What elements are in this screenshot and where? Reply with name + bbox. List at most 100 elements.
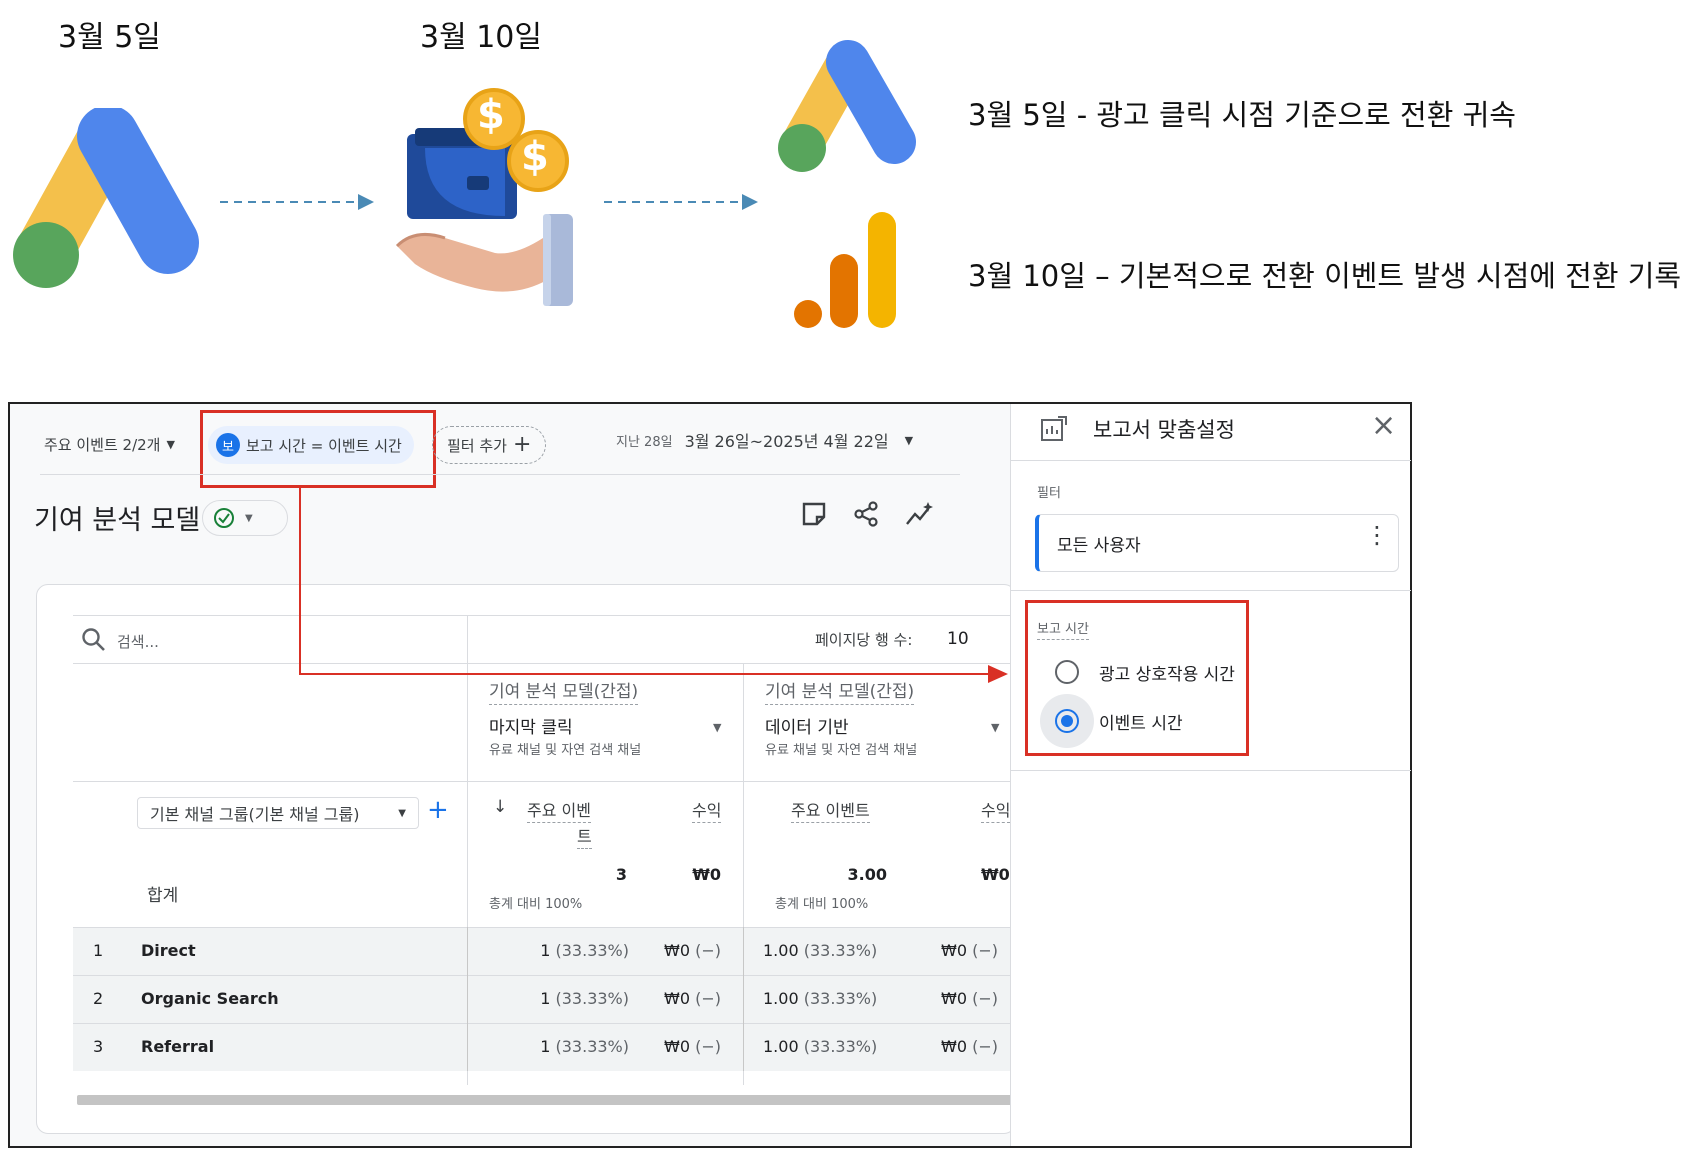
dimension-label: 기본 채널 그룹(기본 채널 그룹) — [150, 805, 360, 824]
filter-value: 모든 사용자 — [1057, 536, 1141, 556]
date-range-preset: 지난 28일 — [616, 434, 673, 450]
percent: (33.33%) — [555, 989, 630, 1008]
coin-icon: $ — [477, 92, 505, 138]
metric-revenue-1[interactable]: 수익 — [692, 801, 722, 823]
filter-card[interactable]: 모든 사용자 ⋮ — [1035, 514, 1399, 572]
value: 1 — [540, 1037, 551, 1056]
more-vert-icon[interactable]: ⋮ — [1365, 523, 1389, 547]
percent: (33.33%) — [803, 941, 878, 960]
date-label-2: 3월 10일 — [420, 20, 542, 55]
row-m2-key-events: 1.00 (33.33%) — [763, 1037, 877, 1056]
row-m1-key-events: 1 (33.33%) — [467, 941, 629, 960]
filter-section-label: 필터 — [1037, 486, 1061, 501]
metric-key-events-1-wrap: 트 — [577, 827, 592, 849]
sort-arrow-icon[interactable]: ↓ — [493, 797, 507, 817]
highlight-connector-arrow — [299, 488, 1008, 683]
key-events-label: 주요 이벤트 2/2개 — [44, 436, 161, 454]
percent: (−) — [695, 1037, 721, 1056]
value: ₩0 — [664, 989, 691, 1008]
arrow-1 — [220, 194, 374, 210]
row-m2-key-events: 1.00 (33.33%) — [763, 941, 877, 960]
model-1-dropdown-icon[interactable]: ▼ — [713, 721, 721, 734]
note-2: 3월 10일 – 기본적으로 전환 이벤트 발생 시점에 전환 기록 — [968, 259, 1682, 293]
value: ₩0 — [664, 1037, 691, 1056]
percent: (−) — [972, 941, 998, 960]
value: 1.00 — [763, 1037, 799, 1056]
metric-key-events-1[interactable]: 주요 이벤 — [527, 801, 591, 823]
horizontal-scrollbar[interactable] — [77, 1095, 1017, 1105]
value: ₩0 — [941, 989, 967, 1008]
value: ₩0 — [941, 941, 967, 960]
total-m1-key: 3 — [615, 865, 627, 884]
total-m2-share: 총계 대비 100% — [775, 897, 869, 912]
row-dimension-value: Referral — [141, 1037, 215, 1056]
value: 1 — [540, 989, 551, 1008]
value: ₩0 — [941, 1037, 967, 1056]
model-sub-2: 유료 채널 및 자연 검색 채널 — [765, 743, 918, 758]
percent: (33.33%) — [555, 941, 630, 960]
add-filter-button[interactable]: 필터 추가 + — [432, 426, 547, 464]
caret-down-icon: ▼ — [166, 438, 175, 451]
caret-down-icon: ▼ — [398, 807, 406, 819]
percent: (−) — [972, 989, 998, 1008]
note-1: 3월 5일 - 광고 클릭 시점 기준으로 전환 귀속 — [968, 98, 1516, 132]
model-sub-1: 유료 채널 및 자연 검색 채널 — [489, 743, 642, 758]
caret-down-icon: ▼ — [904, 433, 914, 447]
check-circle-icon — [214, 508, 234, 528]
total-m1-share: 총계 대비 100% — [489, 897, 583, 912]
row-dimension-value: Direct — [141, 941, 196, 960]
row-m2-key-events: 1.00 (33.33%) — [763, 989, 877, 1008]
highlight-box-condition — [200, 410, 436, 488]
percent: (−) — [972, 1037, 998, 1056]
date-range-selector[interactable]: 지난 28일 3월 26일~2025년 4월 22일 ▼ — [616, 428, 913, 452]
model-2-dropdown-icon[interactable]: ▼ — [991, 721, 999, 734]
percent: (33.33%) — [803, 1037, 878, 1056]
metric-revenue-2[interactable]: 수익 — [981, 801, 1011, 823]
row-index: 1 — [93, 941, 104, 960]
percent: (33.33%) — [803, 989, 878, 1008]
value: ₩0 — [664, 941, 691, 960]
total-label: 합계 — [147, 886, 179, 906]
date-label-1: 3월 5일 — [58, 20, 161, 55]
key-events-selector[interactable]: 주요 이벤트 2/2개 ▼ — [44, 434, 175, 455]
search-icon — [82, 628, 105, 651]
search-input[interactable]: 검색... — [117, 631, 159, 652]
highlight-box-report-time — [1025, 600, 1249, 756]
row-index: 2 — [93, 989, 104, 1008]
customize-icon — [1041, 416, 1067, 441]
row-m1-revenue: ₩0 (−) — [637, 1037, 721, 1056]
google-analytics-logo — [794, 212, 896, 328]
close-icon[interactable]: × — [1371, 408, 1396, 443]
value: 1.00 — [763, 989, 799, 1008]
dimension-selector[interactable]: 기본 채널 그룹(기본 채널 그룹) ▼ — [137, 797, 419, 829]
row-m1-revenue: ₩0 (−) — [637, 989, 721, 1008]
ga-report-screenshot: 주요 이벤트 2/2개 ▼ 보 보고 시간 = 이벤트 시간 필터 추가 + 지… — [8, 402, 1412, 1148]
row-m1-revenue: ₩0 (−) — [637, 941, 721, 960]
payment-illustration: $ $ — [395, 88, 595, 308]
add-dimension-icon[interactable]: + — [427, 795, 449, 825]
plus-icon: + — [512, 432, 532, 457]
value: 1.00 — [763, 941, 799, 960]
row-m2-revenue: ₩0 (−) — [941, 989, 998, 1008]
value: 1 — [540, 941, 551, 960]
percent: (−) — [695, 941, 721, 960]
coin-icon: $ — [521, 134, 549, 180]
total-m2-key: 3.00 — [847, 865, 887, 884]
row-m1-key-events: 1 (33.33%) — [467, 989, 629, 1008]
percent: (−) — [695, 989, 721, 1008]
google-ads-logo — [13, 108, 199, 288]
row-index: 3 — [93, 1037, 104, 1056]
percent: (33.33%) — [555, 1037, 630, 1056]
model-name-2: 데이터 기반 — [765, 718, 849, 738]
date-range-value: 3월 26일~2025년 4월 22일 — [684, 432, 889, 451]
row-m1-key-events: 1 (33.33%) — [467, 1037, 629, 1056]
row-m2-revenue: ₩0 (−) — [941, 941, 998, 960]
caret-down-icon: ▼ — [245, 512, 253, 524]
add-filter-label: 필터 추가 — [447, 436, 507, 455]
report-main-area: 주요 이벤트 2/2개 ▼ 보 보고 시간 = 이벤트 시간 필터 추가 + 지… — [10, 404, 1017, 1146]
model-name-1: 마지막 클릭 — [489, 718, 573, 738]
total-m1-revenue: ₩0 — [692, 865, 721, 884]
row-dimension-value: Organic Search — [141, 989, 279, 1008]
metric-key-events-2[interactable]: 주요 이벤트 — [791, 801, 870, 823]
title-status-dropdown[interactable]: ▼ — [202, 500, 288, 536]
